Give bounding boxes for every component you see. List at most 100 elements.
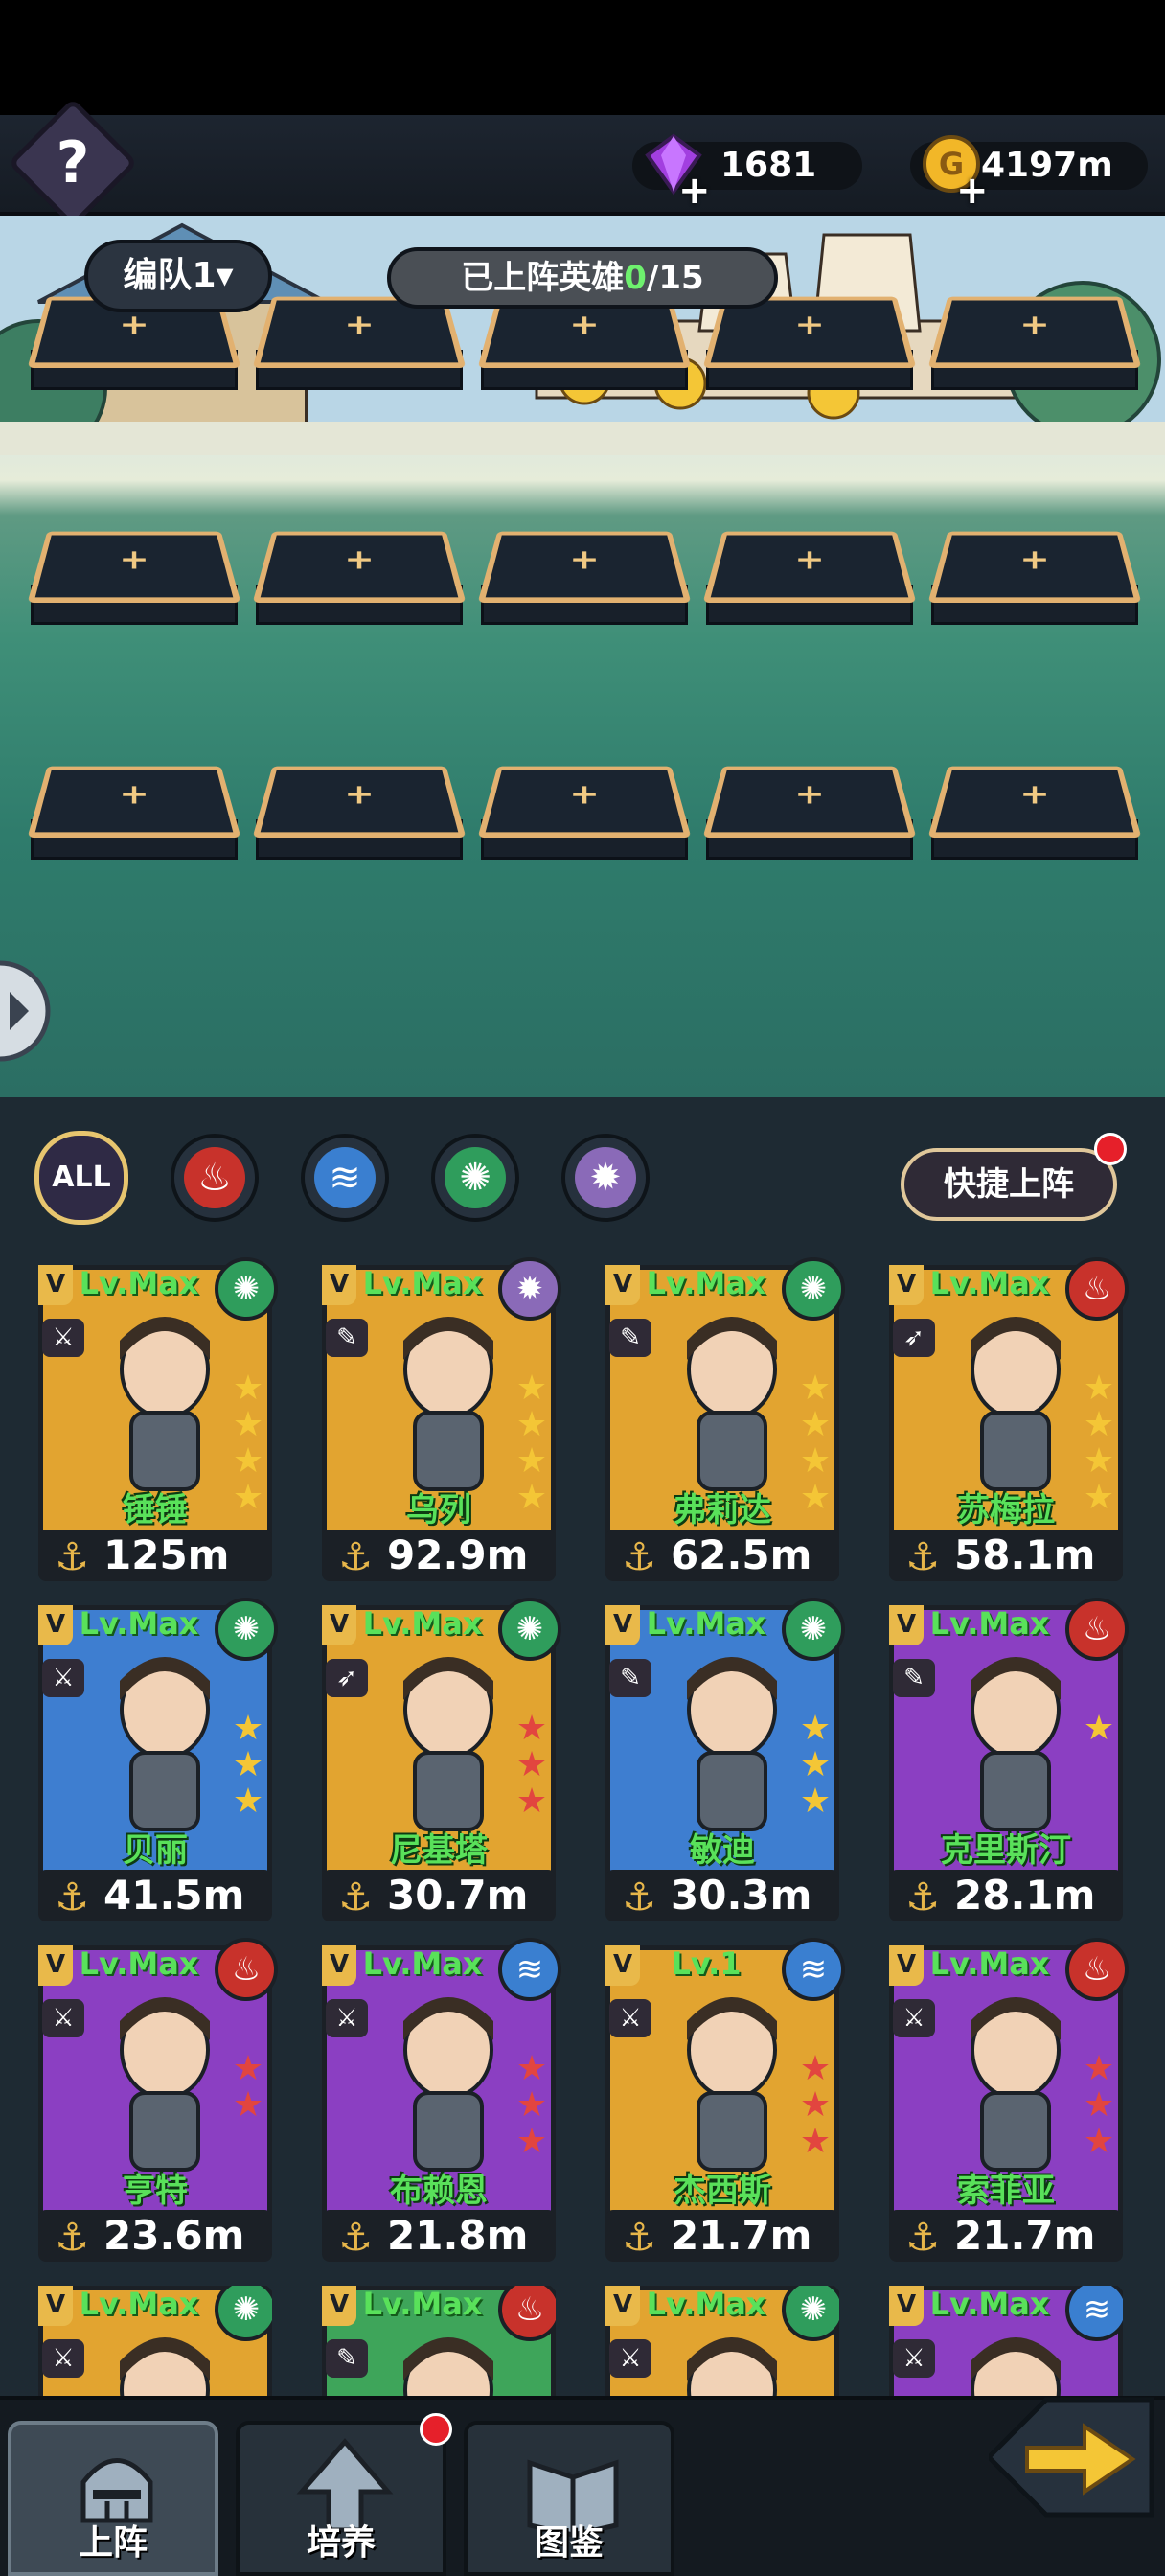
- hero-card[interactable]: V Lv.Max ♨ ✎ ★ 克里斯汀 ⚓ 28.1m: [889, 1598, 1129, 1921]
- hero-name: 尼基塔: [390, 1831, 488, 1870]
- deploy-slot[interactable]: [252, 752, 467, 867]
- deploy-slot[interactable]: [702, 752, 917, 867]
- next-arrow-button[interactable]: [989, 2390, 1161, 2524]
- tab-upgrade[interactable]: 培养: [236, 2421, 446, 2576]
- hero-card[interactable]: V Lv.Max ✺ ⚔ ★ ★ ★ 贝丽 ⚓ 41.5m: [38, 1598, 278, 1921]
- deploy-slot[interactable]: [927, 752, 1142, 867]
- hero-card[interactable]: V Lv.Max ✹ ✎ ★ ★ ★ ★ 乌列 ⚓ 92.9m: [322, 1257, 561, 1581]
- anchor-icon: ⚓: [622, 1535, 656, 1579]
- deploy-slot[interactable]: [27, 752, 241, 867]
- add-gold-icon[interactable]: +: [956, 167, 989, 215]
- filter-wind-button[interactable]: ✺: [431, 1134, 519, 1222]
- hero-level: Lv.Max: [646, 1265, 766, 1301]
- deploy-slot[interactable]: [702, 518, 917, 632]
- fire-icon: ♨: [498, 2286, 556, 2341]
- star-rating: ★ ★ ★: [515, 2049, 548, 2161]
- anchor-icon: ⚓: [338, 1535, 373, 1579]
- hero-level: Lv.Max: [646, 2286, 766, 2322]
- side-collapse-icon[interactable]: [0, 954, 57, 1069]
- battlefield: [0, 216, 1165, 1097]
- hero-power-value: 125m: [103, 1531, 230, 1578]
- sword-icon: ⚔: [42, 1319, 84, 1357]
- deploy-slot[interactable]: [927, 283, 1142, 398]
- tab-deploy-label: 上阵: [78, 2523, 148, 2563]
- hero-power: ⚓ 30.3m: [605, 1870, 839, 1921]
- hero-name: 乌列: [406, 1491, 471, 1530]
- gem-counter[interactable]: + 1681: [632, 133, 862, 213]
- hero-level: Lv.Max: [929, 1945, 1050, 1982]
- anchor-icon: ⚓: [622, 2216, 656, 2260]
- hero-card[interactable]: V Lv.Max ♨ ➶ ★ ★ ★ ★ 苏梅拉 ⚓ 58.1m: [889, 1257, 1129, 1581]
- filter-fire-button[interactable]: ♨: [171, 1134, 259, 1222]
- team-selector-dropdown[interactable]: 编队1▾: [84, 240, 272, 312]
- wind-icon: ✺: [459, 1156, 491, 1200]
- notification-dot: [420, 2413, 452, 2446]
- hero-power: ⚓ 21.7m: [605, 2210, 839, 2262]
- notification-dot: [1094, 1133, 1127, 1165]
- add-gems-icon[interactable]: +: [678, 167, 711, 215]
- hero-level: Lv.Max: [929, 1605, 1050, 1642]
- hero-card[interactable]: V Lv.Max ≋ ⚔ ★ ★ ★ 布赖恩 ⚓ 21.8m: [322, 1938, 561, 2262]
- hero-name: 弗莉达: [674, 1491, 771, 1530]
- hero-name: 亨特: [123, 2172, 188, 2210]
- hero-level: Lv.Max: [79, 1605, 199, 1642]
- hero-card[interactable]: V Lv.Max ✺ ✎ ★ ★ ★ ★ 弗莉达 ⚓ 62.5m: [605, 1257, 845, 1581]
- hero-portrait: [403, 1317, 493, 1491]
- hero-card[interactable]: V Lv.1 ≋ ⚔ ★ ★ ★ 杰西斯 ⚓ 21.7m: [605, 1938, 845, 2262]
- hero-level: Lv.Max: [362, 1945, 483, 1982]
- deploy-slot[interactable]: [252, 518, 467, 632]
- deploy-slot[interactable]: [477, 518, 692, 632]
- fire-icon: ♨: [1065, 1598, 1129, 1661]
- gold-counter[interactable]: G + 4197m: [910, 135, 1148, 213]
- hero-level: Lv.Max: [929, 1265, 1050, 1301]
- hero-name: 杰西斯: [674, 2172, 771, 2210]
- tab-codex[interactable]: 图鉴: [464, 2421, 674, 2576]
- wind-icon: ✺: [782, 1598, 845, 1661]
- deployed-heroes-counter: 已上阵英雄0/15: [387, 247, 778, 309]
- filter-light-button[interactable]: ✹: [561, 1134, 650, 1222]
- anchor-icon: ⚓: [338, 2216, 373, 2260]
- filter-water-button[interactable]: ≋: [301, 1134, 389, 1222]
- deployed-total: /15: [646, 259, 704, 297]
- hero-card[interactable]: V Lv.Max ♨ ⚔ ★ ★ 亨特 ⚓ 23.6m: [38, 1938, 278, 2262]
- anchor-icon: ⚓: [905, 1875, 940, 1920]
- staff-icon: ✎: [893, 1659, 935, 1697]
- hero-card[interactable]: V Lv.Max ♨ ⚔ ★ ★ ★ 索菲亚 ⚓ 21.7m: [889, 1938, 1129, 2262]
- anchor-icon: ⚓: [622, 1875, 656, 1920]
- filter-all-button[interactable]: ALL: [34, 1131, 128, 1225]
- tab-deploy[interactable]: 上阵: [8, 2421, 218, 2576]
- wind-icon: ✺: [215, 1257, 278, 1321]
- hero-power-value: 58.1m: [954, 1531, 1096, 1578]
- star-rating: ★ ★ ★: [1083, 2049, 1115, 2161]
- sword-icon: ⚔: [893, 1999, 935, 2037]
- hero-name: 敏迪: [690, 1831, 755, 1870]
- anchor-icon: ⚓: [905, 1535, 940, 1579]
- hero-portrait: [971, 1317, 1061, 1491]
- hero-level: Lv.Max: [362, 2286, 483, 2322]
- hero-power-value: 21.8m: [387, 2212, 529, 2259]
- status-bar-area: [0, 0, 1165, 115]
- hero-name: 苏梅拉: [957, 1491, 1055, 1530]
- hero-power-value: 92.9m: [387, 1531, 529, 1578]
- hero-power-value: 30.3m: [671, 1872, 812, 1919]
- hero-name: 布赖恩: [390, 2172, 488, 2210]
- hero-portrait: [971, 1657, 1061, 1831]
- hero-name: 索菲亚: [957, 2172, 1055, 2210]
- water-icon: ≋: [498, 1938, 561, 2001]
- sword-icon: ⚔: [893, 2339, 935, 2378]
- anchor-icon: ⚓: [55, 2216, 89, 2260]
- fire-icon: ♨: [1065, 1257, 1129, 1321]
- staff-icon: ✎: [326, 2339, 368, 2378]
- hero-power-value: 23.6m: [103, 2212, 245, 2259]
- hero-card[interactable]: V Lv.Max ✺ ➶ ★ ★ ★ 尼基塔 ⚓ 30.7m: [322, 1598, 561, 1921]
- hero-card[interactable]: V Lv.Max ✺ ⚔ ★ ★ ★ ★ 锤锤 ⚓ 125m: [38, 1257, 278, 1581]
- quick-deploy-button[interactable]: 快捷上阵: [901, 1148, 1117, 1221]
- star-rating: ★ ★ ★: [799, 1709, 832, 1821]
- wind-icon: ✺: [215, 1598, 278, 1661]
- deploy-slot[interactable]: [477, 752, 692, 867]
- hero-power: ⚓ 58.1m: [889, 1530, 1123, 1581]
- deploy-slot[interactable]: [927, 518, 1142, 632]
- deploy-slot[interactable]: [27, 518, 241, 632]
- hero-card[interactable]: V Lv.Max ✺ ✎ ★ ★ ★ 敏迪 ⚓ 30.3m: [605, 1598, 845, 1921]
- sword-icon: ⚔: [42, 1999, 84, 2037]
